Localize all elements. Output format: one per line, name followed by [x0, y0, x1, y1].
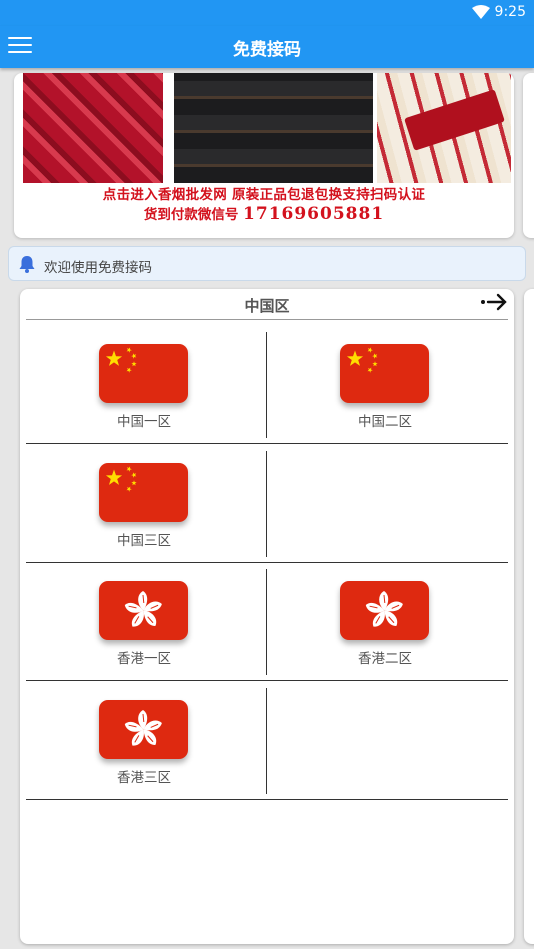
hongkong-flag-icon: [99, 699, 188, 759]
region-row: 中国三区: [26, 445, 508, 563]
region-item[interactable]: 中国二区: [267, 326, 507, 444]
region-item[interactable]: 香港三区: [26, 682, 266, 800]
region-item-label: 香港一区: [117, 651, 171, 667]
arrow-right-icon[interactable]: [480, 291, 508, 313]
notice-bar: 欢迎使用免费接码: [8, 246, 526, 281]
wifi-icon: [472, 5, 490, 19]
banner-image-3: [377, 73, 511, 183]
app-title: 免费接码: [233, 40, 301, 60]
ad-banner[interactable]: 点击进入香烟批发网 原装正品包退包换支持扫码认证 货到付款微信号 1716960…: [14, 73, 514, 238]
region-item-label: 中国一区: [117, 414, 171, 430]
hongkong-flag-icon: [99, 581, 188, 640]
region-item[interactable]: 中国一区: [26, 326, 266, 444]
region-title: 中国区: [244, 297, 290, 315]
region-row: 香港三区: [26, 682, 508, 800]
status-bar: 9:25: [0, 0, 534, 26]
column-divider: [266, 450, 267, 557]
banner-image-1: [23, 73, 163, 183]
region-card: 中国区 中国一区 中国二区中国三区香港一区 香港二区香港三区: [20, 289, 514, 944]
region-item-label: 中国二区: [358, 414, 412, 430]
region-card-next-peek: [524, 289, 534, 944]
banner-next-peek: [523, 73, 534, 238]
region-item-label: 香港三区: [117, 769, 171, 786]
region-item[interactable]: 中国三区: [26, 445, 266, 563]
app-bar: 免费接码: [0, 26, 534, 68]
banner-image-2: [174, 73, 373, 183]
banner-wechat-number: 17169605881: [243, 204, 385, 224]
column-divider: [266, 687, 267, 794]
hongkong-flag-icon: [340, 581, 429, 640]
china-flag-icon: [99, 344, 188, 403]
banner-wechat-label: 货到付款微信号: [143, 207, 239, 223]
region-item[interactable]: 香港一区: [26, 563, 266, 681]
region-row: 中国一区 中国二区: [26, 326, 508, 444]
banner-text-line1: 点击进入香烟批发网 原装正品包退包换支持扫码认证: [102, 187, 426, 203]
banner-text-line2: 货到付款微信号 17169605881: [14, 203, 514, 224]
china-flag-icon: [99, 462, 188, 522]
bell-icon: [19, 256, 35, 273]
notice-text: 欢迎使用免费接码: [44, 260, 152, 276]
region-item-label: 中国三区: [117, 532, 171, 549]
china-flag-icon: [340, 344, 429, 403]
region-item[interactable]: 香港二区: [267, 563, 507, 681]
status-time: 9:25: [494, 4, 526, 20]
region-item-label: 香港二区: [358, 651, 412, 667]
region-row: 香港一区 香港二区: [26, 563, 508, 681]
region-header: 中国区: [26, 289, 508, 320]
